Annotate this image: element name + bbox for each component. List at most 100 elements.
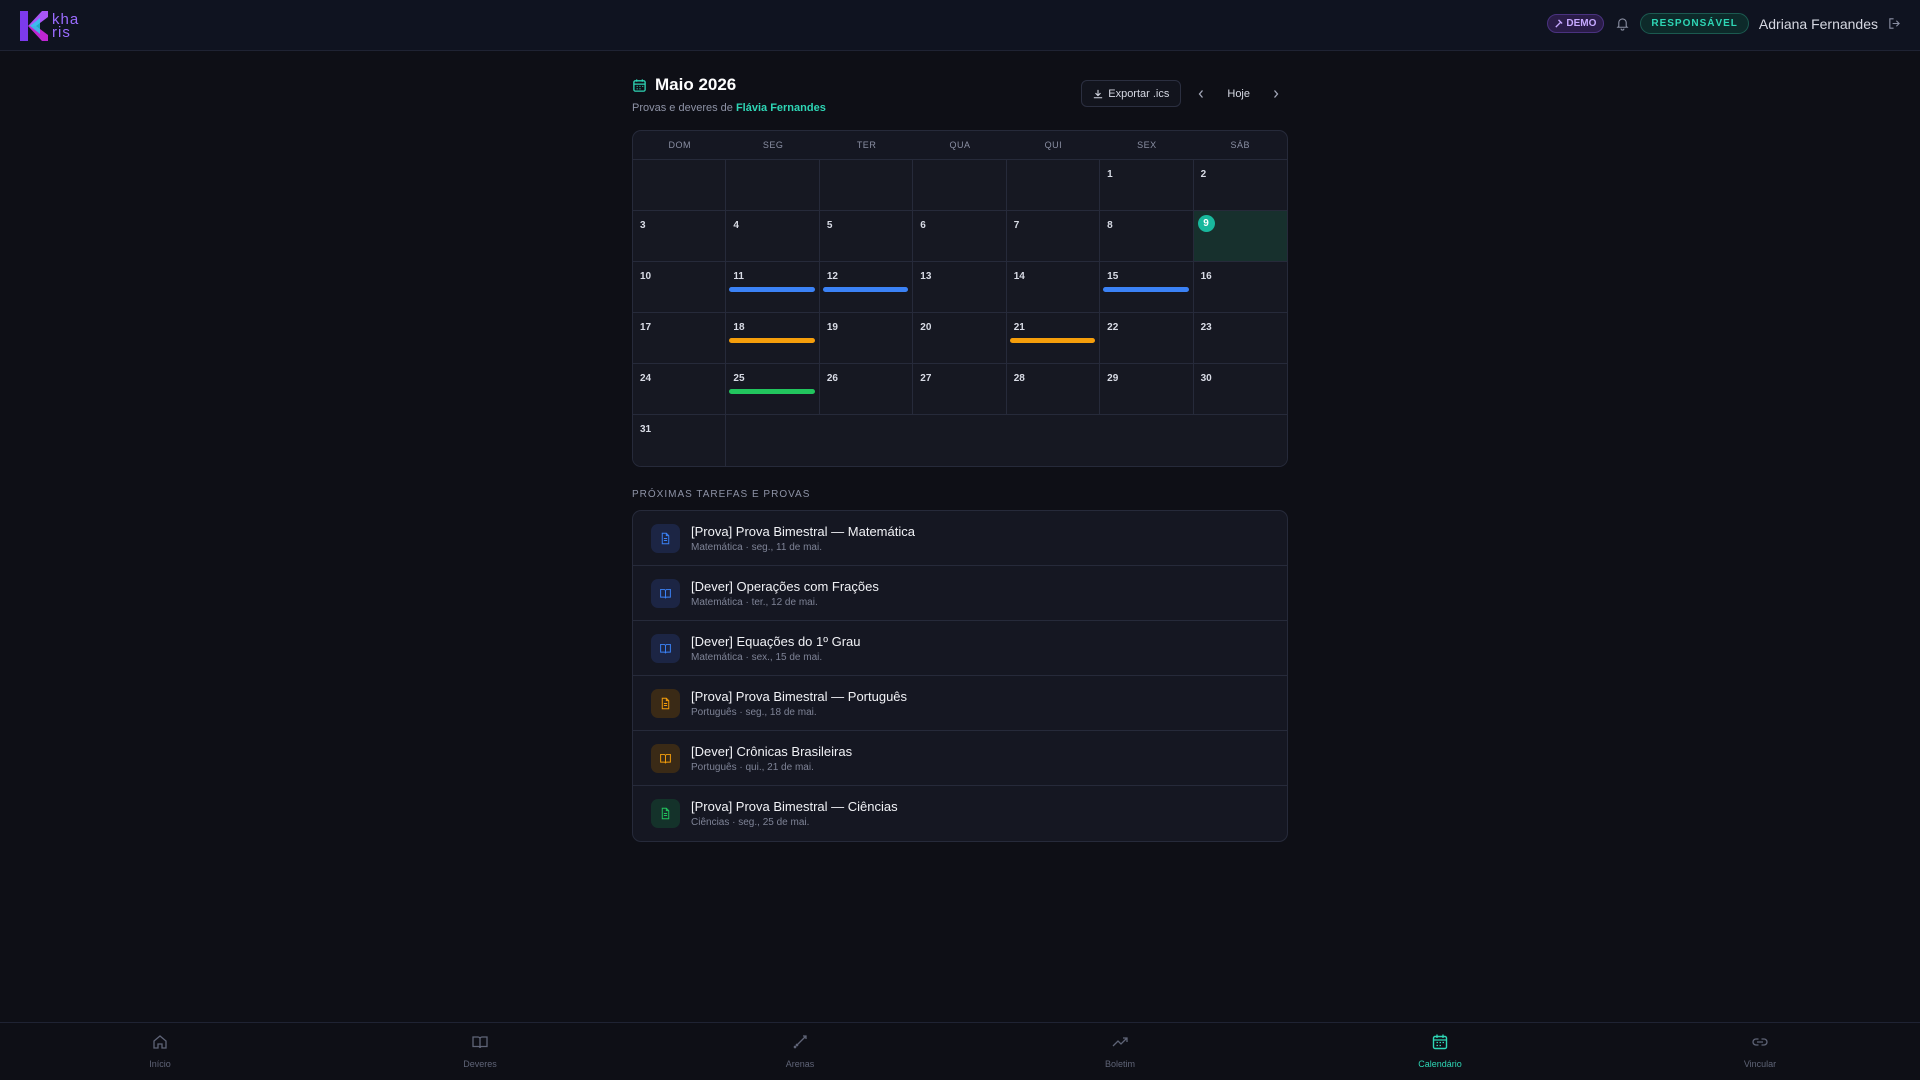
book-icon — [651, 743, 680, 773]
calendar-day-cell[interactable]: 17 — [633, 313, 727, 364]
export-ics-button[interactable]: Exportar .ics — [1081, 80, 1182, 107]
calendar-day-cell[interactable]: 12 — [819, 262, 914, 313]
calendar-day-cell[interactable]: 10 — [633, 262, 727, 313]
calendar-day-cell[interactable]: 2 — [1193, 160, 1287, 211]
calendar-day-cell[interactable]: 6 — [913, 211, 1007, 262]
logout-icon — [1889, 18, 1900, 29]
weekday-label: SEG — [762, 140, 784, 150]
calendar-day-cell[interactable]: 28 — [1006, 364, 1101, 415]
weekday-label: QUI — [1044, 140, 1063, 150]
day-number: 13 — [920, 271, 932, 282]
notification-button[interactable] — [1614, 16, 1630, 32]
calendar-day-cell[interactable]: 20 — [913, 313, 1007, 364]
nav-item-arenas[interactable]: Arenas — [760, 1033, 840, 1069]
upcoming-item[interactable]: [Dever] Crônicas Brasileiras Português · … — [633, 731, 1287, 786]
empty-day-cell — [819, 415, 914, 466]
logout-button[interactable] — [1888, 17, 1902, 31]
demo-badge: DEMO — [1547, 14, 1605, 33]
empty-day-cell — [633, 160, 727, 211]
calendar-day-cell[interactable]: 24 — [633, 364, 727, 415]
calendar-icon — [633, 78, 646, 92]
subtitle-prefix: Provas e deveres de — [632, 102, 733, 114]
event-bar[interactable] — [729, 338, 815, 343]
nav-item-deveres[interactable]: Deveres — [440, 1033, 520, 1069]
calendar-day-cell[interactable]: 7 — [1006, 211, 1101, 262]
nav-label: Início — [149, 1059, 171, 1069]
nav-item-calendário[interactable]: Calendário — [1400, 1033, 1480, 1069]
item-meta: Matemática · sex., 15 de mai. — [691, 651, 823, 663]
nav-label: Vincular — [1743, 1059, 1777, 1069]
top-bar: kha ris DEMO RESPONSÁVEL Adriana Fernand… — [0, 0, 1920, 51]
upcoming-item[interactable]: [Dever] Equações do 1º Grau Matemática · … — [633, 621, 1287, 676]
nav-item-boletim[interactable]: Boletim — [1080, 1033, 1160, 1069]
day-number: 2 — [1200, 169, 1207, 180]
upcoming-item[interactable]: [Dever] Operações com Frações Matemática … — [633, 566, 1287, 621]
link-icon — [1751, 1033, 1769, 1056]
item-meta: Português · qui., 21 de mai. — [691, 761, 814, 773]
day-number: 26 — [826, 373, 838, 384]
item-title: [Dever] Operações com Frações — [691, 578, 879, 594]
calendar-day-cell[interactable]: 26 — [819, 364, 914, 415]
student-link[interactable]: Flávia Fernandes — [736, 102, 826, 114]
demo-label: DEMO — [1566, 18, 1597, 29]
calendar-day-cell[interactable]: 11 — [726, 262, 820, 313]
event-bar[interactable] — [822, 287, 909, 292]
calendar-day-cell[interactable]: 22 — [1100, 313, 1194, 364]
item-title: [Prova] Prova Bimestral — Ciências — [691, 799, 898, 814]
calendar-day-cell[interactable]: 8 — [1100, 211, 1194, 262]
next-month-button[interactable] — [1264, 82, 1288, 106]
calendar-day-cell[interactable]: 23 — [1193, 313, 1287, 364]
event-bar[interactable] — [1103, 287, 1189, 292]
empty-day-cell — [819, 160, 914, 211]
calendar-day-cell[interactable]: 31 — [633, 415, 727, 466]
swords-icon — [791, 1033, 809, 1056]
calendar-day-cell[interactable]: 18 — [726, 313, 820, 364]
nav-item-início[interactable]: Início — [120, 1033, 200, 1069]
day-number: 20 — [920, 322, 932, 333]
logo-mark-icon — [20, 11, 48, 41]
weekday-label: DOM — [668, 140, 691, 150]
calendar-day-cell[interactable]: 13 — [913, 262, 1007, 313]
kharis-logo[interactable]: kha ris — [18, 8, 90, 44]
calendar-day-cell[interactable]: 19 — [819, 313, 914, 364]
file-icon — [651, 799, 680, 828]
calendar-day-cell[interactable]: 15 — [1100, 262, 1194, 313]
calendar-day-cell[interactable]: 30 — [1193, 364, 1287, 415]
calendar-day-cell[interactable]: 16 — [1193, 262, 1287, 313]
day-number: 8 — [1107, 220, 1113, 231]
book-icon — [471, 1033, 489, 1056]
calendar-day-cell[interactable]: 27 — [913, 364, 1007, 415]
event-bar[interactable] — [729, 287, 815, 292]
calendar-day-cell[interactable]: 1 — [1100, 160, 1194, 211]
calendar-day-cell[interactable]: 9 — [1193, 211, 1287, 262]
day-number: 15 — [1107, 271, 1119, 282]
export-label: Exportar .ics — [1108, 87, 1170, 100]
upcoming-item[interactable]: [Prova] Prova Bimestral — Português Portu… — [633, 676, 1287, 731]
role-badge: RESPONSÁVEL — [1640, 13, 1749, 34]
calendar-day-cell[interactable]: 14 — [1006, 262, 1101, 313]
item-title: [Prova] Prova Bimestral — Português — [691, 688, 908, 704]
nav-item-vincular[interactable]: Vincular — [1720, 1033, 1800, 1069]
calendar-day-cell[interactable]: 29 — [1100, 364, 1194, 415]
trending-up-icon — [1111, 1033, 1129, 1056]
home-icon — [151, 1033, 169, 1056]
today-button[interactable]: Hoje — [1221, 88, 1256, 100]
calendar-day-cell[interactable]: 3 — [633, 211, 727, 262]
item-meta: Matemática · ter., 12 de mai. — [691, 596, 818, 608]
bell-icon — [1616, 17, 1629, 31]
logo-wordmark: kha ris — [52, 11, 80, 41]
event-bar[interactable] — [1009, 338, 1096, 343]
day-number: 22 — [1107, 322, 1119, 333]
day-number: 4 — [733, 220, 739, 231]
upcoming-item[interactable]: [Prova] Prova Bimestral — Matemática Mate… — [633, 511, 1287, 566]
day-number: 12 — [826, 271, 838, 282]
chevron-right-icon — [1274, 89, 1279, 98]
calendar-day-cell[interactable]: 21 — [1006, 313, 1101, 364]
calendar-day-cell[interactable]: 5 — [819, 211, 914, 262]
calendar-day-cell[interactable]: 25 — [726, 364, 820, 415]
prev-month-button[interactable] — [1189, 82, 1213, 106]
calendar-day-cell[interactable]: 4 — [726, 211, 820, 262]
upcoming-item[interactable]: [Prova] Prova Bimestral — Ciências Ciênci… — [633, 786, 1287, 841]
event-bar[interactable] — [729, 389, 815, 394]
day-number: 3 — [640, 220, 646, 231]
